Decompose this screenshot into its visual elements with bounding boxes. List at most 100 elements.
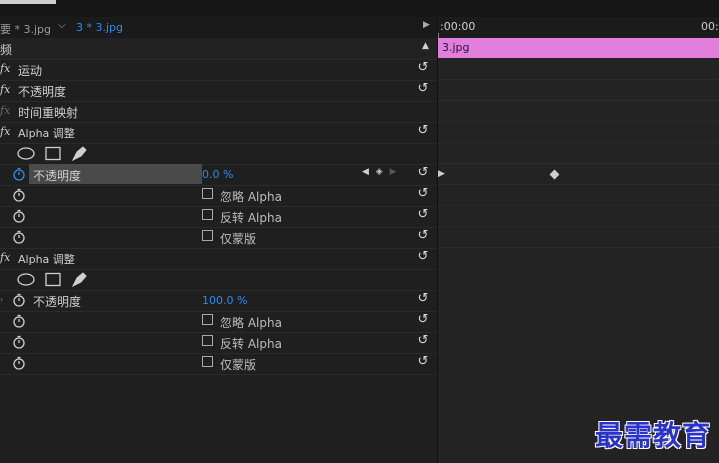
section-header-video: 频 ▲ bbox=[0, 38, 437, 60]
effect-row-alpha-adjust-1[interactable]: fx Alpha 调整 ↺ bbox=[0, 122, 437, 144]
time-ruler[interactable]: :00:00 00: bbox=[438, 17, 719, 38]
pen-mask-icon[interactable] bbox=[71, 146, 87, 162]
mask-tools bbox=[17, 272, 97, 290]
fx-icon[interactable]: fx bbox=[0, 125, 10, 138]
stopwatch-icon[interactable] bbox=[13, 335, 25, 349]
reset-icon[interactable]: ↺ bbox=[416, 187, 430, 201]
param-row-opacity-1[interactable]: 不透明度 0.0 % ◀ ◈ ▶ ↺ bbox=[0, 164, 437, 186]
mask-only-checkbox[interactable] bbox=[202, 230, 213, 241]
ignore-alpha-checkbox[interactable] bbox=[202, 188, 213, 199]
track-line bbox=[438, 247, 719, 248]
keyframe-navigator: ◀ ◈ ▶ bbox=[362, 167, 397, 177]
ignore-alpha-label: 忽略 Alpha bbox=[220, 316, 282, 330]
reset-icon[interactable]: ↺ bbox=[416, 355, 430, 369]
track-line bbox=[438, 205, 719, 206]
reset-icon[interactable]: ↺ bbox=[416, 292, 430, 306]
ellipse-mask-icon[interactable] bbox=[17, 273, 35, 286]
mask-only-label: 仅蒙版 bbox=[220, 232, 257, 246]
reset-icon[interactable]: ↺ bbox=[416, 208, 430, 222]
fx-icon[interactable]: fx bbox=[0, 83, 10, 96]
prev-keyframe-icon[interactable]: ◀ bbox=[362, 167, 369, 177]
reset-icon[interactable]: ↺ bbox=[416, 250, 430, 264]
expand-triangle-icon[interactable]: › bbox=[0, 295, 3, 304]
keyframe-diamond-icon[interactable] bbox=[549, 169, 560, 180]
ignore-alpha-label: 忽略 Alpha bbox=[220, 190, 282, 204]
play-triangle-icon[interactable]: ▶ bbox=[423, 20, 430, 30]
mask-tools bbox=[17, 146, 97, 164]
param-row-ignore-alpha-1[interactable]: 忽略 Alpha ↺ bbox=[0, 185, 437, 207]
stopwatch-icon[interactable] bbox=[13, 230, 25, 244]
track-line bbox=[438, 142, 719, 143]
effect-label-alpha-adjust: Alpha 调整 bbox=[18, 253, 75, 266]
effect-controls-panel: 频 ▲ fx 运动 ↺ fx 不透明度 ↺ fx 时间重映射 fx Alpha … bbox=[0, 38, 437, 463]
reset-icon[interactable]: ↺ bbox=[416, 124, 430, 138]
effect-label-motion: 运动 bbox=[18, 64, 43, 78]
effect-row-alpha-adjust-2[interactable]: fx Alpha 调整 ↺ bbox=[0, 248, 437, 270]
track-line bbox=[438, 226, 719, 227]
watermark-logo: 最需教育 bbox=[595, 419, 712, 452]
mask-only-checkbox[interactable] bbox=[202, 356, 213, 367]
param-row-mask-only-1[interactable]: 仅蒙版 ↺ bbox=[0, 227, 437, 249]
top-bar bbox=[0, 0, 719, 17]
mask-tools-row bbox=[0, 143, 437, 165]
fx-icon: fx bbox=[0, 104, 11, 117]
rectangle-mask-icon[interactable] bbox=[45, 272, 61, 287]
fx-icon[interactable]: fx bbox=[0, 62, 10, 75]
timeline-panel: :00:00 00: 3.jpg ▶ bbox=[438, 17, 719, 463]
param-row-opacity-2[interactable]: › 不透明度 100.0 % ↺ bbox=[0, 290, 437, 312]
track-line bbox=[438, 163, 719, 164]
ellipse-mask-icon[interactable] bbox=[17, 147, 35, 160]
reset-icon[interactable]: ↺ bbox=[416, 61, 430, 75]
stopwatch-icon[interactable] bbox=[13, 209, 25, 223]
mask-tools-row bbox=[0, 269, 437, 291]
stopwatch-icon[interactable] bbox=[13, 314, 25, 328]
opacity-value[interactable]: 100.0 % bbox=[202, 294, 247, 307]
track-line bbox=[438, 184, 719, 185]
param-row-ignore-alpha-2[interactable]: 忽略 Alpha ↺ bbox=[0, 311, 437, 333]
clip-name: 3.jpg bbox=[442, 41, 470, 54]
effect-row-motion[interactable]: fx 运动 ↺ bbox=[0, 59, 437, 81]
keyframe-start-marker-icon[interactable]: ▶ bbox=[438, 169, 445, 179]
invert-alpha-checkbox[interactable] bbox=[202, 209, 213, 220]
rectangle-mask-icon[interactable] bbox=[45, 146, 61, 161]
tab-active-clip[interactable]: 3 * 3.jpg bbox=[76, 21, 123, 34]
reset-icon[interactable]: ↺ bbox=[416, 82, 430, 96]
track-line bbox=[438, 121, 719, 122]
tab-bar: 要 * 3.jpg ⌵ 3 * 3.jpg ▶ bbox=[0, 17, 437, 39]
reset-icon[interactable]: ↺ bbox=[416, 313, 430, 327]
chevron-down-icon[interactable]: ⌵ bbox=[58, 20, 66, 31]
opacity-value[interactable]: 0.0 % bbox=[202, 168, 233, 181]
track-line bbox=[438, 100, 719, 101]
invert-alpha-label: 反转 Alpha bbox=[220, 337, 282, 351]
add-keyframe-icon[interactable]: ◈ bbox=[376, 167, 383, 177]
effect-row-opacity[interactable]: fx 不透明度 ↺ bbox=[0, 80, 437, 102]
invert-alpha-label: 反转 Alpha bbox=[220, 211, 282, 225]
mask-only-label: 仅蒙版 bbox=[220, 358, 257, 372]
collapse-triangle-icon[interactable]: ▲ bbox=[422, 41, 429, 51]
effect-label-time-remap: 时间重映射 bbox=[18, 106, 79, 120]
stopwatch-icon-active[interactable] bbox=[13, 167, 25, 181]
param-row-mask-only-2[interactable]: 仅蒙版 ↺ bbox=[0, 353, 437, 375]
stopwatch-icon[interactable] bbox=[13, 356, 25, 370]
reset-icon[interactable]: ↺ bbox=[416, 166, 430, 180]
clip-bar[interactable]: 3.jpg bbox=[438, 38, 719, 58]
param-row-invert-alpha-1[interactable]: 反转 Alpha ↺ bbox=[0, 206, 437, 228]
ignore-alpha-checkbox[interactable] bbox=[202, 314, 213, 325]
invert-alpha-checkbox[interactable] bbox=[202, 335, 213, 346]
stopwatch-icon[interactable] bbox=[13, 188, 25, 202]
pen-mask-icon[interactable] bbox=[71, 272, 87, 288]
effect-row-time-remap[interactable]: fx 时间重映射 bbox=[0, 101, 437, 123]
fx-icon[interactable]: fx bbox=[0, 251, 10, 264]
effect-label-alpha-adjust: Alpha 调整 bbox=[18, 127, 75, 140]
section-title: 频 bbox=[0, 43, 13, 57]
stopwatch-icon[interactable] bbox=[13, 293, 25, 307]
param-label-opacity: 不透明度 bbox=[33, 169, 82, 183]
param-row-invert-alpha-2[interactable]: 反转 Alpha ↺ bbox=[0, 332, 437, 354]
reset-icon[interactable]: ↺ bbox=[416, 334, 430, 348]
reset-icon[interactable]: ↺ bbox=[416, 229, 430, 243]
timecode-end: 00: bbox=[701, 20, 719, 33]
param-label-opacity: 不透明度 bbox=[33, 295, 82, 309]
tab-source-clip[interactable]: 要 * 3.jpg bbox=[0, 21, 51, 37]
next-keyframe-icon[interactable]: ▶ bbox=[390, 167, 397, 177]
track-line bbox=[438, 79, 719, 80]
